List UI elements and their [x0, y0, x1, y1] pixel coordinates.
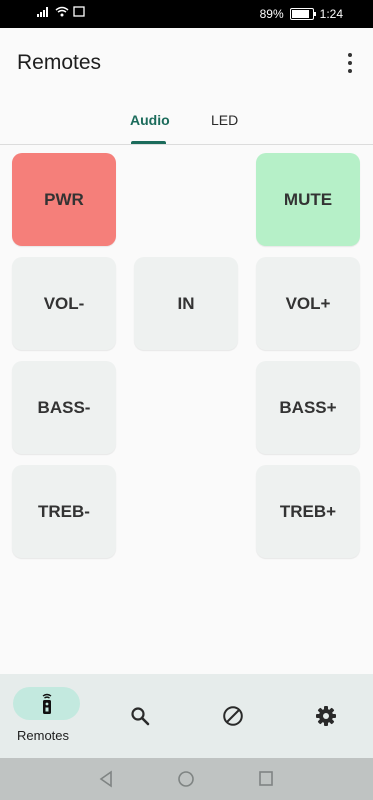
nav-item-remotes[interactable]: Remotes	[0, 674, 93, 758]
wifi-icon	[55, 6, 69, 17]
page-title: Remotes	[17, 51, 102, 74]
treble-down-button[interactable]: TREB-	[12, 465, 116, 558]
input-button[interactable]: IN	[134, 257, 238, 350]
back-icon[interactable]	[98, 770, 114, 788]
app-bar: Remotes	[0, 28, 373, 96]
nav-item-settings[interactable]	[279, 674, 372, 758]
tab-indicator	[131, 141, 166, 144]
bass-up-button[interactable]: BASS+	[256, 361, 360, 454]
nav-item-search[interactable]	[93, 674, 186, 758]
more-options-icon[interactable]	[341, 53, 359, 73]
home-icon[interactable]	[177, 770, 195, 788]
bottom-navigation: Remotes	[0, 674, 373, 758]
nav-label-remotes: Remotes	[17, 728, 70, 743]
settings-gear-icon	[315, 706, 336, 726]
bass-down-button[interactable]: BASS-	[12, 361, 116, 454]
signal-icon	[37, 7, 48, 17]
tab-led[interactable]: LED	[211, 112, 238, 128]
nav-selected-pill	[13, 687, 80, 720]
nav-item-blocked[interactable]	[186, 674, 279, 758]
search-icon	[130, 707, 149, 726]
status-right: 89% 1:24	[260, 7, 343, 21]
recents-icon[interactable]	[258, 770, 274, 788]
clock: 1:24	[319, 7, 343, 21]
battery-percent: 89%	[259, 7, 284, 21]
screen-icon	[73, 6, 85, 17]
system-navigation-bar	[0, 758, 373, 800]
block-icon	[222, 706, 243, 726]
battery-icon	[289, 8, 316, 20]
mute-button[interactable]: MUTE	[256, 153, 360, 246]
volume-up-button[interactable]: VOL+	[256, 257, 360, 350]
tab-audio[interactable]: Audio	[130, 112, 170, 128]
status-icons	[37, 6, 85, 17]
status-bar: 89% 1:24	[0, 0, 373, 28]
treble-up-button[interactable]: TREB+	[256, 465, 360, 558]
remote-icon	[42, 693, 51, 714]
volume-down-button[interactable]: VOL-	[12, 257, 116, 350]
power-button[interactable]: PWR	[12, 153, 116, 246]
tab-bar: Audio LED	[0, 96, 373, 145]
